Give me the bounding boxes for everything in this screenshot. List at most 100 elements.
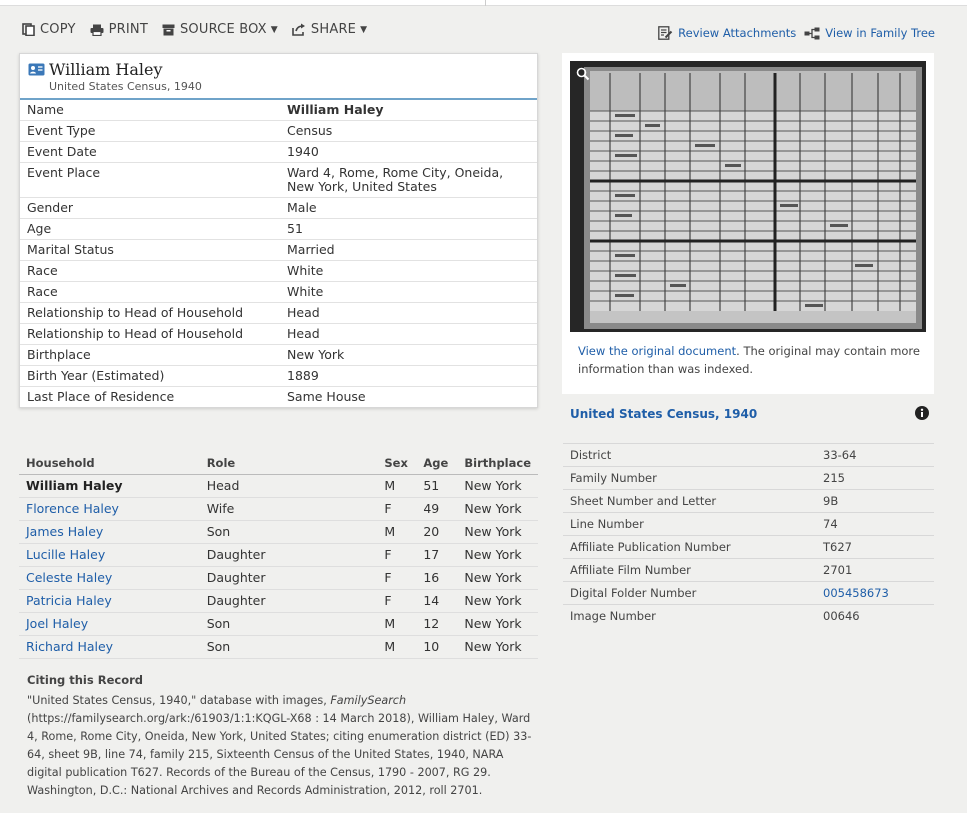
household-member-row: Joel Haley Son M 12 New York [19, 612, 538, 636]
person-header: William Haley United States Census, 1940 [20, 54, 537, 100]
household-member-row: James Haley Son M 20 New York [19, 520, 538, 544]
household-member-row: Celeste Haley Daughter F 16 New York [19, 566, 538, 590]
metadata-value[interactable]: 005458673 [816, 581, 934, 605]
review-attachments-label: Review Attachments [678, 26, 797, 40]
fact-row: Name William Haley [20, 100, 537, 121]
fact-row: Race White [20, 281, 537, 303]
member-role: Daughter [199, 589, 378, 613]
census-image-thumbnail[interactable] [570, 61, 926, 332]
member-birthplace: New York [457, 520, 538, 544]
member-name[interactable]: James Haley [19, 520, 200, 544]
fact-label: Birthplace [20, 344, 280, 366]
metadata-value: 215 [816, 466, 934, 490]
member-name[interactable]: Patricia Haley [19, 589, 200, 613]
member-name[interactable]: Florence Haley [19, 497, 200, 521]
fact-label: Gender [20, 197, 280, 219]
share-icon [292, 23, 305, 36]
info-icon[interactable] [915, 406, 929, 420]
member-sex: M [377, 612, 417, 636]
member-sex: M [377, 474, 417, 498]
zoom-icon[interactable] [576, 67, 590, 81]
member-name[interactable]: Celeste Haley [19, 566, 200, 590]
household-table: Household Role Sex Age Birthplace Willia… [19, 453, 538, 659]
view-original-document-link[interactable]: View the original document [578, 344, 736, 358]
fact-value: Head [280, 302, 537, 324]
collection-link[interactable]: United States Census, 1940 [570, 407, 757, 421]
member-role: Daughter [199, 543, 378, 567]
metadata-row: Affiliate Publication Number T627 [563, 535, 934, 559]
member-age: 12 [416, 612, 458, 636]
metadata-label: Digital Folder Number [563, 581, 816, 605]
citation-text: "United States Census, 1940," database w… [27, 692, 537, 800]
citation-source: FamilySearch [330, 694, 407, 707]
printer-icon [90, 24, 104, 36]
fact-label: Race [20, 281, 280, 303]
fact-value: White [280, 281, 537, 303]
print-button[interactable]: PRINT [90, 22, 148, 37]
fact-label: Relationship to Head of Household [20, 302, 280, 324]
member-name[interactable]: Lucille Haley [19, 543, 200, 567]
fact-label: Event Place [20, 162, 280, 198]
member-sex: F [377, 566, 417, 590]
fact-label: Marital Status [20, 239, 280, 261]
fact-row: Race White [20, 260, 537, 282]
household-header-row: Household Role Sex Age Birthplace [19, 453, 538, 475]
fact-value: 51 [280, 218, 537, 240]
member-sex: F [377, 589, 417, 613]
fact-row: Birthplace New York [20, 344, 537, 366]
member-age: 14 [416, 589, 458, 613]
member-birthplace: New York [457, 612, 538, 636]
member-birthplace: New York [457, 497, 538, 521]
member-sex: F [377, 543, 417, 567]
print-label: PRINT [108, 22, 148, 37]
person-record-icon [28, 63, 45, 76]
member-name[interactable]: Richard Haley [19, 635, 200, 659]
fact-value: Census [280, 120, 537, 142]
metadata-label: District [563, 443, 816, 467]
member-sex: F [377, 497, 417, 521]
household-member-row: Patricia Haley Daughter F 14 New York [19, 589, 538, 613]
citation-part1: "United States Census, 1940," database w… [27, 694, 331, 707]
member-birthplace: New York [457, 543, 538, 567]
fact-row: Event Place Ward 4, Rome, Rome City, Onei… [20, 162, 537, 198]
member-role: Wife [199, 497, 378, 521]
copy-button[interactable]: COPY [22, 22, 76, 37]
metadata-row: Digital Folder Number 005458673 [563, 581, 934, 605]
fact-value: Male [280, 197, 537, 219]
share-label: SHARE [310, 22, 357, 37]
fact-row: Age 51 [20, 218, 537, 240]
metadata-value: 33-64 [816, 443, 934, 467]
review-attachments-link[interactable]: Review Attachments [658, 26, 796, 40]
metadata-value: 00646 [816, 604, 934, 627]
metadata-value: 2701 [816, 558, 934, 582]
fact-value: William Haley [280, 100, 537, 121]
metadata-row: Image Number 00646 [563, 604, 934, 627]
household-member-row: Richard Haley Son M 10 New York [19, 635, 538, 659]
member-name[interactable]: Joel Haley [19, 612, 200, 636]
col-role: Role [199, 453, 378, 475]
member-role: Son [199, 635, 378, 659]
metadata-row: District 33-64 [563, 443, 934, 467]
member-birthplace: New York [457, 635, 538, 659]
divider [485, 0, 486, 6]
source-box-button[interactable]: SOURCE BOX ▼ [162, 22, 278, 37]
metadata-label: Line Number [563, 512, 816, 536]
member-birthplace: New York [457, 566, 538, 590]
col-age: Age [416, 453, 458, 475]
col-sex: Sex [377, 453, 417, 475]
person-collection: United States Census, 1940 [49, 80, 202, 93]
member-sex: M [377, 520, 417, 544]
view-family-tree-link[interactable]: View in Family Tree [804, 26, 935, 40]
metadata-row: Family Number 215 [563, 466, 934, 490]
share-button[interactable]: SHARE ▼ [292, 22, 367, 37]
member-age: 10 [416, 635, 458, 659]
metadata-row: Sheet Number and Letter 9B [563, 489, 934, 513]
member-age: 51 [416, 474, 458, 498]
fact-row: Marital Status Married [20, 239, 537, 261]
member-birthplace: New York [457, 474, 538, 498]
member-role: Daughter [199, 566, 378, 590]
member-birthplace: New York [457, 589, 538, 613]
member-age: 49 [416, 497, 458, 521]
household-member-row: William Haley Head M 51 New York [19, 474, 538, 498]
document-image-card: View the original document. The original… [562, 53, 934, 394]
